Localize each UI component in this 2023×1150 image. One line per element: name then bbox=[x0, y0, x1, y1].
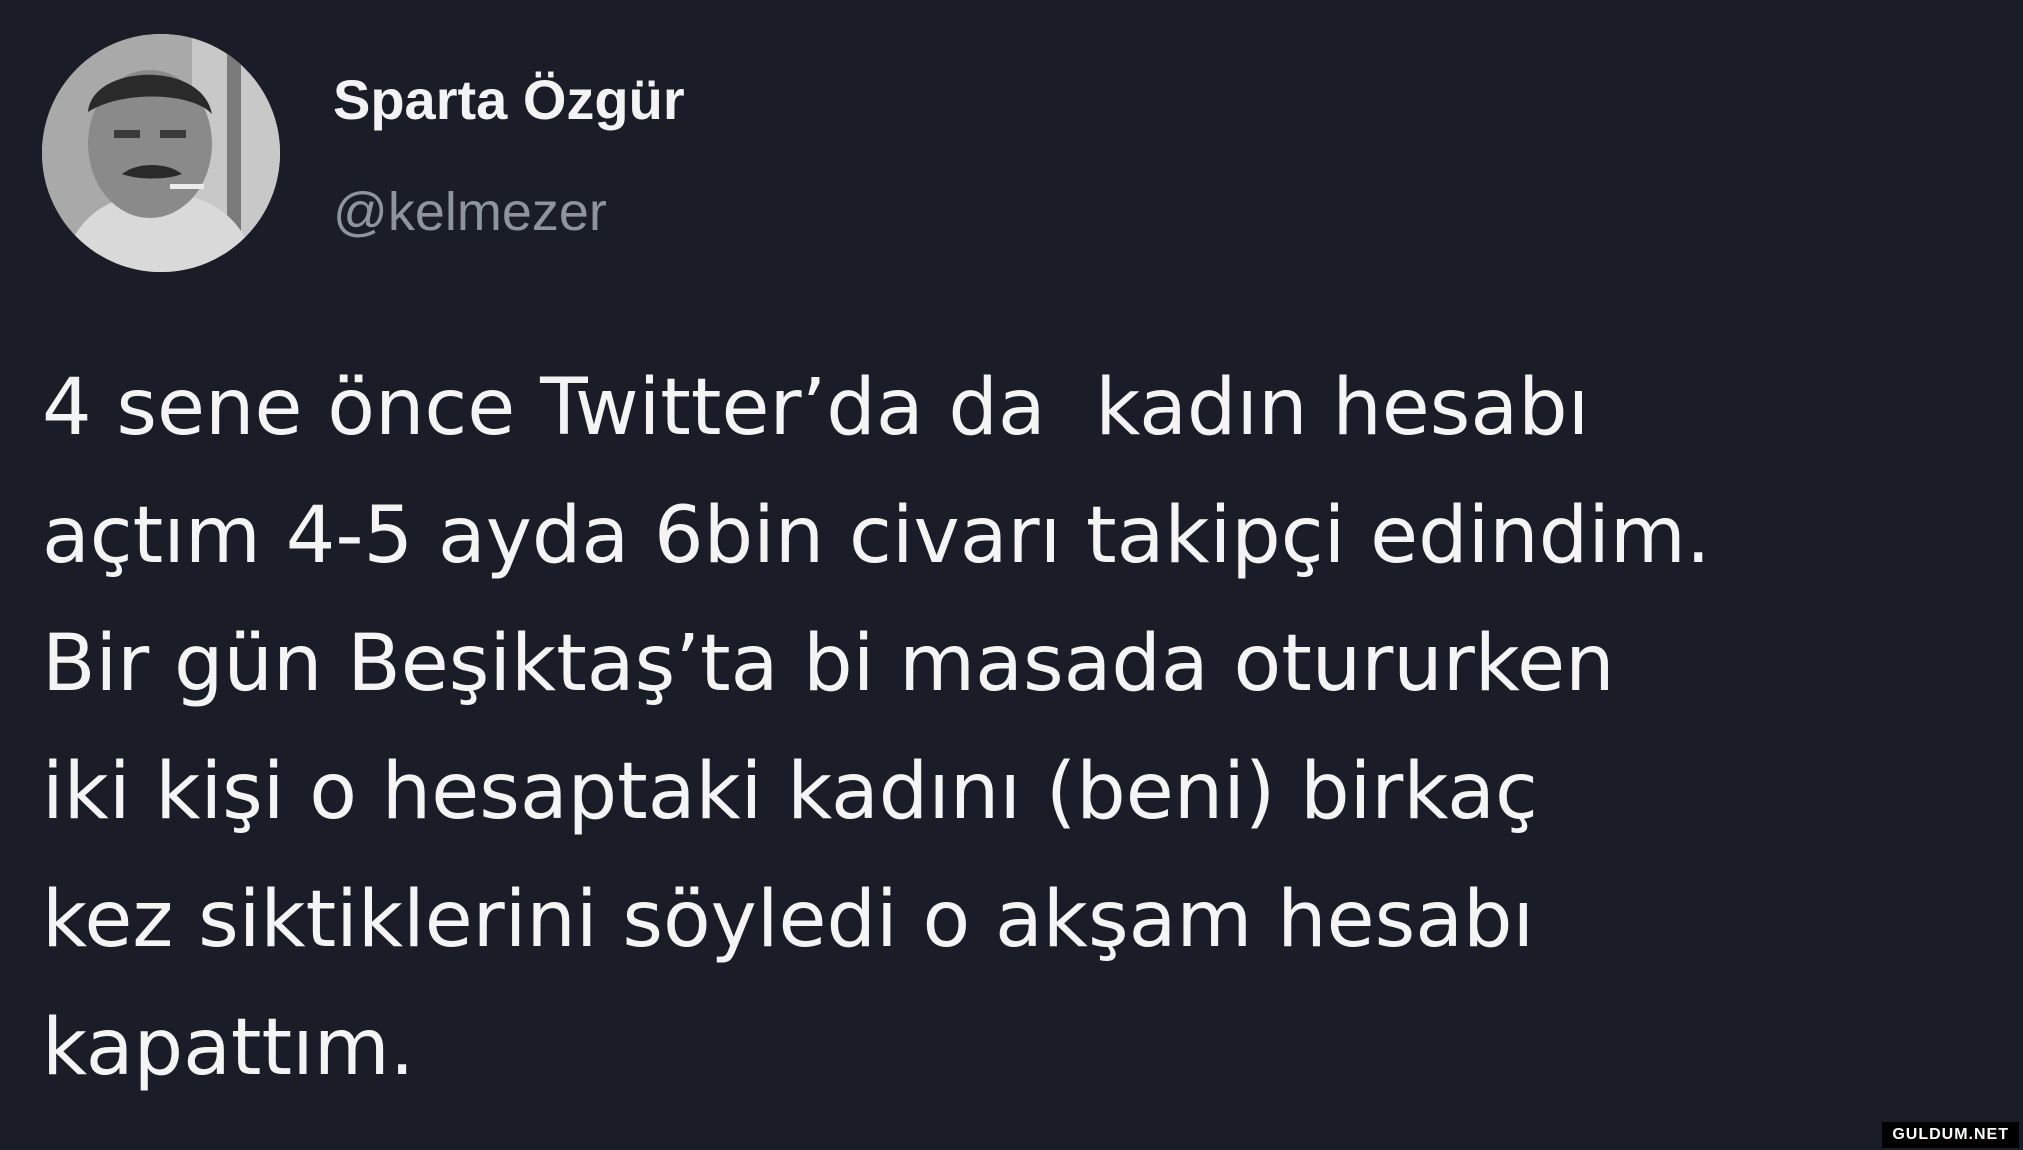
tweet-text-line: kapattım. bbox=[42, 1003, 415, 1093]
watermark: GULDUM.NET bbox=[1882, 1122, 2019, 1148]
tweet-text-line: Bir gün Beşiktaş’ta bi masada otururken bbox=[42, 619, 1615, 709]
tweet-text-line: 4 sene önce Twitter’da da kadın hesabı bbox=[42, 363, 1590, 453]
tweet-text-line: iki kişi o hesaptaki kadını (beni) birka… bbox=[42, 747, 1538, 837]
tweet-text-line: açtım 4-5 ayda 6bin civarı takipçi edind… bbox=[42, 491, 1711, 581]
tweet-text-line: kez siktiklerini söyledi o akşam hesabı bbox=[42, 875, 1535, 965]
profile-photo-icon bbox=[42, 34, 280, 272]
tweet-text: 4 sene önce Twitter’da da kadın hesabı a… bbox=[42, 344, 1992, 1112]
avatar[interactable] bbox=[42, 34, 280, 272]
author-handle[interactable]: @kelmezer bbox=[333, 176, 607, 248]
author-display-name[interactable]: Sparta Özgür bbox=[333, 64, 685, 136]
tweet-card: Sparta Özgür @kelmezer 4 sene önce Twitt… bbox=[0, 0, 2023, 1150]
